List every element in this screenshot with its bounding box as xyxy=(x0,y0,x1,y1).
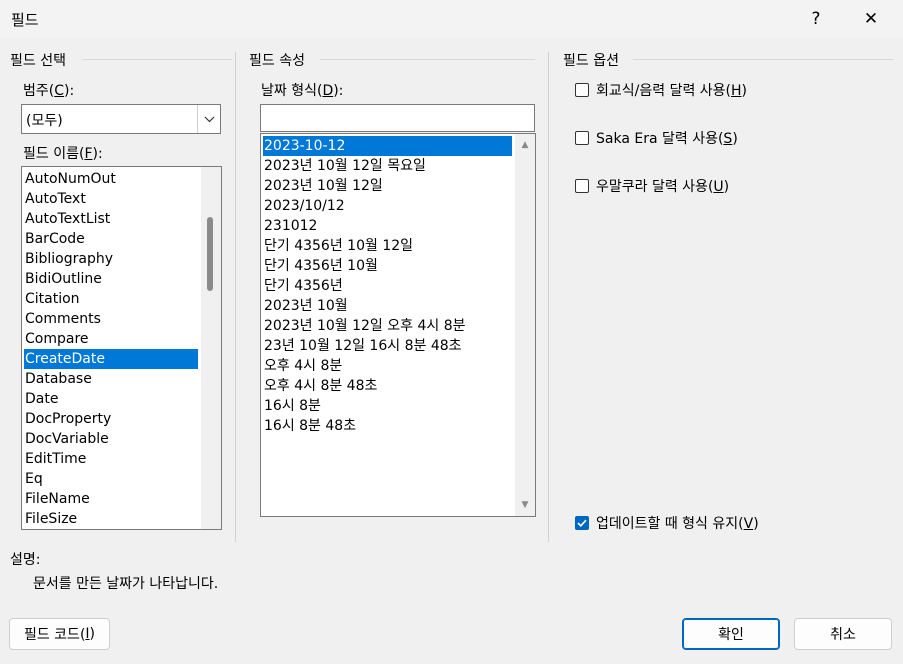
list-item[interactable]: Bibliography xyxy=(24,249,198,269)
list-item[interactable]: Compare xyxy=(24,329,198,349)
window-title: 필드 xyxy=(11,11,39,29)
field-names-label: 필드 이름(F): xyxy=(23,146,103,162)
list-item[interactable]: DocVariable xyxy=(24,429,198,449)
list-item[interactable]: FileSize xyxy=(24,509,198,529)
cancel-button[interactable]: 취소 xyxy=(794,618,892,650)
list-item[interactable]: 오후 4시 8분 xyxy=(263,356,512,376)
field-names-list[interactable]: AutoNumOut AutoText AutoTextList BarCode Bib… xyxy=(21,166,222,530)
list-item[interactable]: FileName xyxy=(24,489,198,509)
scroll-down-icon[interactable]: ▼ xyxy=(515,496,535,514)
date-format-list[interactable]: ▲ ▼ 2023-10-12 2023년 10월 12일 목요일 2023년 10월… xyxy=(260,133,536,517)
list-item[interactable]: 16시 8분 xyxy=(263,396,512,416)
date-format-scrollbar[interactable]: ▲ ▼ xyxy=(515,134,535,516)
date-format-input[interactable] xyxy=(260,104,535,132)
list-item[interactable]: 2023-10-12 xyxy=(263,136,512,156)
ok-button[interactable]: 확인 xyxy=(682,618,780,650)
field-codes-button[interactable]: 필드 코드(I) xyxy=(9,618,110,650)
field-names-scroll-thumb[interactable] xyxy=(207,217,213,291)
description-label: 설명: xyxy=(10,552,41,568)
list-item[interactable]: BarCode xyxy=(24,229,198,249)
hijri-checkbox[interactable] xyxy=(575,83,589,97)
chevron-down-icon[interactable] xyxy=(197,105,220,133)
category-value: (모두) xyxy=(26,113,63,129)
list-item[interactable]: AutoTextList xyxy=(24,209,198,229)
hijri-label: 회교식/음력 달력 사용(H) xyxy=(596,83,747,99)
umalqura-checkbox[interactable] xyxy=(575,179,589,193)
list-item[interactable]: 단기 4356년 10월 12일 xyxy=(263,236,512,256)
list-item[interactable]: 2023/10/12 xyxy=(263,196,512,216)
list-item[interactable]: CreateDate xyxy=(24,349,198,369)
description-text: 문서를 만든 날짜가 나타납니다. xyxy=(33,576,219,592)
field-select-divider xyxy=(82,59,232,60)
help-icon: ? xyxy=(811,9,821,29)
scroll-up-icon[interactable]: ▲ xyxy=(515,136,535,154)
help-button[interactable]: ? xyxy=(793,0,839,38)
date-format-label: 날짜 형식(D): xyxy=(261,83,344,99)
umalqura-label: 우말쿠라 달력 사용(U) xyxy=(596,179,730,195)
preserve-format-checkbox[interactable] xyxy=(575,516,589,530)
list-item[interactable]: 231012 xyxy=(263,216,512,236)
list-item[interactable]: Eq xyxy=(24,469,198,489)
close-icon: ✕ xyxy=(863,9,879,29)
option-saka-calendar[interactable]: Saka Era 달력 사용(S) xyxy=(575,128,738,148)
list-item[interactable]: Database xyxy=(24,369,198,389)
list-item[interactable]: 2023년 10월 12일 xyxy=(263,176,512,196)
list-item[interactable]: Citation xyxy=(24,289,198,309)
field-names-scrollbar[interactable] xyxy=(201,167,221,529)
checkmark-icon xyxy=(577,519,587,527)
category-select[interactable]: (모두) xyxy=(21,104,221,134)
field-select-heading: 필드 선택 xyxy=(10,53,66,69)
saka-checkbox[interactable] xyxy=(575,131,589,145)
title-bar xyxy=(0,0,903,38)
field-options-heading: 필드 옵션 xyxy=(563,53,619,69)
list-item[interactable]: 2023년 10월 xyxy=(263,296,512,316)
list-item[interactable]: 2023년 10월 12일 목요일 xyxy=(263,156,512,176)
list-item[interactable]: AutoNumOut xyxy=(24,169,198,189)
field-props-heading: 필드 속성 xyxy=(249,53,305,69)
field-options-divider xyxy=(633,59,893,60)
option-hijri-calendar[interactable]: 회교식/음력 달력 사용(H) xyxy=(575,80,747,100)
list-item[interactable]: DocProperty xyxy=(24,409,198,429)
list-item[interactable]: 23년 10월 12일 16시 8분 48초 xyxy=(263,336,512,356)
list-item[interactable]: 오후 4시 8분 48초 xyxy=(263,376,512,396)
list-item[interactable]: BidiOutline xyxy=(24,269,198,289)
list-item[interactable]: 단기 4356년 xyxy=(263,276,512,296)
list-item[interactable]: 2023년 10월 12일 오후 4시 8분 xyxy=(263,316,512,336)
option-preserve-format[interactable]: 업데이트할 때 형식 유지(V) xyxy=(575,513,759,533)
list-item[interactable]: 단기 4356년 10월 xyxy=(263,256,512,276)
preserve-format-label: 업데이트할 때 형식 유지(V) xyxy=(596,516,759,532)
category-label: 범주(C): xyxy=(23,83,75,99)
field-props-divider xyxy=(320,59,535,60)
list-item[interactable]: Comments xyxy=(24,309,198,329)
saka-label: Saka Era 달력 사용(S) xyxy=(596,131,738,147)
divider-left xyxy=(235,52,236,542)
close-button[interactable]: ✕ xyxy=(848,0,894,38)
list-item[interactable]: Date xyxy=(24,389,198,409)
divider-right xyxy=(548,52,549,542)
option-umalqura-calendar[interactable]: 우말쿠라 달력 사용(U) xyxy=(575,176,729,196)
list-item[interactable]: 16시 8분 48초 xyxy=(263,416,512,436)
list-item[interactable]: AutoText xyxy=(24,189,198,209)
list-item[interactable]: EditTime xyxy=(24,449,198,469)
